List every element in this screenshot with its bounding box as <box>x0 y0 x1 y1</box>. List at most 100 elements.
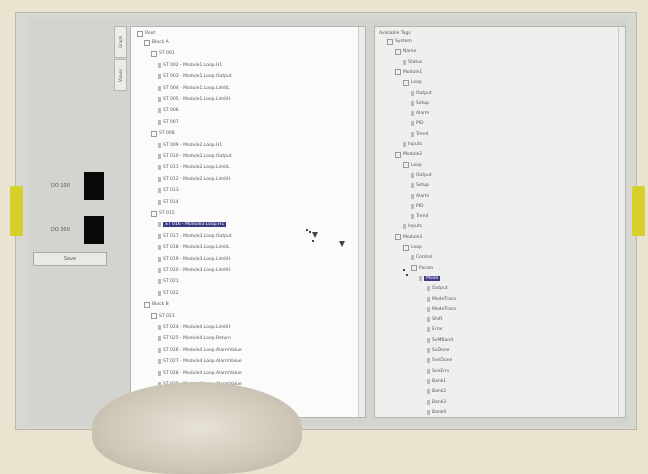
right-tree-item[interactable]: ModeTrace <box>427 295 456 304</box>
left-tree-item[interactable]: ST 003 - Module1.Loop.Output <box>158 72 232 81</box>
right-tree-item[interactable]: ModeTrace <box>427 305 456 314</box>
right-tree-item-label: Setup <box>416 100 430 106</box>
right-tree-item[interactable]: Error <box>427 325 443 334</box>
right-tree-item[interactable]: Inputs <box>403 140 422 149</box>
left-tree-item[interactable]: ST 007 <box>158 118 179 127</box>
left-tree-item[interactable]: ST 005 - Module1.Loop.LimitH <box>158 95 231 104</box>
right-tree-item[interactable]: PID <box>411 119 424 128</box>
right-tree-item[interactable]: Output <box>411 171 432 180</box>
right-tree-item[interactable]: Bank4 <box>427 408 446 417</box>
left-tree-item[interactable]: Block A <box>144 38 169 47</box>
right-tree-item[interactable]: SvDone <box>427 346 449 355</box>
left-tree-item-label: ST 012 - Module2.Loop.LimitH <box>163 176 231 182</box>
right-tree-item[interactable]: SvnDone <box>427 356 452 365</box>
left-tree-item[interactable]: ST 011 - Module2.Loop.LimitL <box>158 163 230 172</box>
left-tree-item[interactable]: ST 008 <box>151 129 175 138</box>
right-tree-item[interactable]: Status <box>403 58 422 67</box>
right-tree-item-label: SvnErrs <box>432 368 450 374</box>
left-tree-item[interactable]: ST 009 - Module2.Loop.H1 <box>158 141 222 150</box>
right-tree-item[interactable]: SvnErrs <box>427 367 449 376</box>
folder-icon <box>395 234 401 241</box>
right-tree-item-label: Inputs <box>408 142 422 147</box>
right-tree-item[interactable]: Trend <box>411 130 428 139</box>
right-tree-item[interactable]: Bank3 <box>427 398 446 407</box>
right-tree-item[interactable]: Loop <box>403 161 422 170</box>
right-tree-item[interactable]: Module3 <box>395 233 422 242</box>
right-tree-scrollbar[interactable] <box>618 27 625 417</box>
left-edge-handle[interactable] <box>10 186 23 236</box>
right-tree-item[interactable]: Trend <box>411 212 428 221</box>
right-tree-item[interactable]: Bank1 <box>427 377 446 386</box>
tag-icon <box>158 108 161 114</box>
left-tree-item[interactable]: ST 002 - Module1.Loop.H1 <box>158 61 222 70</box>
right-tree-item-label: Loop <box>411 80 422 86</box>
left-tree-item-label: ST 001 <box>159 51 175 57</box>
left-tree-item[interactable]: ST 017 - Module3.Loop.Output <box>158 232 232 241</box>
left-tree-item[interactable]: ST 028 - Module4.Loop.AlarmValue <box>158 369 242 378</box>
right-tree-item[interactable]: Control <box>411 253 432 262</box>
right-tree-item-label: Bank2 <box>432 389 447 395</box>
right-tree-item[interactable]: Setup <box>411 99 429 108</box>
right-tree-item-label: SvDone <box>432 348 450 353</box>
right-tree-item[interactable]: Shift <box>427 315 442 324</box>
right-tree-item[interactable]: Param <box>411 264 433 273</box>
left-tree-item[interactable]: ST 001 <box>151 49 175 58</box>
left-tree-item-label: ST 018 - Module3.Loop.LimitL <box>163 245 230 251</box>
right-tree-item[interactable]: Alarm <box>411 192 429 201</box>
folder-icon <box>403 79 409 86</box>
left-tree-item[interactable]: ST 022 <box>158 289 179 298</box>
right-tree-item[interactable]: Module1 <box>395 68 422 77</box>
right-tree-item-label: Output <box>432 286 448 292</box>
lower-black-control[interactable] <box>84 216 104 244</box>
tag-icon <box>411 111 414 117</box>
left-tree-item[interactable]: ST 026 - Module4.Loop.AlarmValue <box>158 346 242 355</box>
left-tree-item-label: ST 002 - Module1.Loop.H1 <box>163 62 223 68</box>
tag-icon <box>158 347 161 353</box>
folder-icon <box>403 162 409 169</box>
left-tree-item-label: ST 009 - Module2.Loop.H1 <box>163 142 223 148</box>
left-tree-root[interactable]: Root <box>137 29 155 38</box>
right-tree-item-label: Loop <box>411 162 422 168</box>
tab-graph[interactable]: Graph <box>114 26 127 58</box>
left-tree-item[interactable]: ST 023 <box>151 312 175 321</box>
left-tree-item[interactable]: ST 010 - Module2.Loop.Output <box>158 152 232 161</box>
right-tree-item[interactable]: Bank2 <box>427 387 446 396</box>
tag-icon <box>403 142 406 147</box>
right-tree-item[interactable]: Inputs <box>403 222 422 231</box>
left-tree-item[interactable]: ST 012 - Module2.Loop.LimitH <box>158 175 231 184</box>
left-tree-item[interactable]: ST 004 - Module1.Loop.LimitL <box>158 84 230 93</box>
left-tree-item[interactable]: ST 024 - Module4.Loop.LimitH <box>158 323 231 332</box>
left-tree-item[interactable]: ST 016 - Module3.Loop.H1 <box>158 220 227 229</box>
left-tree-item[interactable]: ST 019 - Module3.Loop.LimitH <box>158 255 231 264</box>
right-tree-item[interactable]: Loop <box>403 243 422 252</box>
right-tree-item[interactable]: Output <box>427 284 448 293</box>
left-tree-item[interactable]: ST 013 <box>158 186 179 195</box>
right-tree-item[interactable]: Name <box>395 47 416 56</box>
right-tree-item[interactable]: SvMBand <box>427 336 453 345</box>
left-tree-scrollbar[interactable] <box>358 27 365 417</box>
right-tree-item[interactable]: Module2 <box>395 150 422 159</box>
right-tree-item[interactable]: Loop <box>403 78 422 87</box>
left-tree-item[interactable]: ST 014 <box>158 198 179 207</box>
save-button[interactable]: Save <box>33 252 107 266</box>
right-tree-item-label: ModeTrace <box>432 306 457 312</box>
right-tree-item[interactable]: Mode <box>419 274 441 283</box>
left-tree-item[interactable]: Block B <box>144 300 169 309</box>
person-head-occluder <box>92 382 302 474</box>
right-tree-item[interactable]: Alarm <box>411 109 429 118</box>
right-tree-item[interactable]: Setup <box>411 181 429 190</box>
right-edge-handle[interactable] <box>632 186 645 236</box>
right-tree-item[interactable]: PID <box>411 202 424 211</box>
left-tree-item[interactable]: ST 021 <box>158 277 179 286</box>
tab-values[interactable]: Values <box>114 59 127 91</box>
right-tree-item[interactable]: Output <box>411 89 432 98</box>
left-tree-item[interactable]: ST 025 - Module4.Loop.Return <box>158 334 231 343</box>
upper-black-control[interactable] <box>84 172 104 200</box>
left-tree-item[interactable]: ST 018 - Module3.Loop.LimitL <box>158 243 230 252</box>
left-tree-item[interactable]: ST 027 - Module4.Loop.AlarmValue <box>158 357 242 366</box>
right-tree-item[interactable]: System <box>387 37 412 46</box>
tag-icon <box>411 90 414 96</box>
left-tree-item[interactable]: ST 006 <box>158 106 179 115</box>
left-tree-item[interactable]: ST 020 - Module3.Loop.LimitH <box>158 266 231 275</box>
left-tree-item[interactable]: ST 015 <box>151 209 175 218</box>
